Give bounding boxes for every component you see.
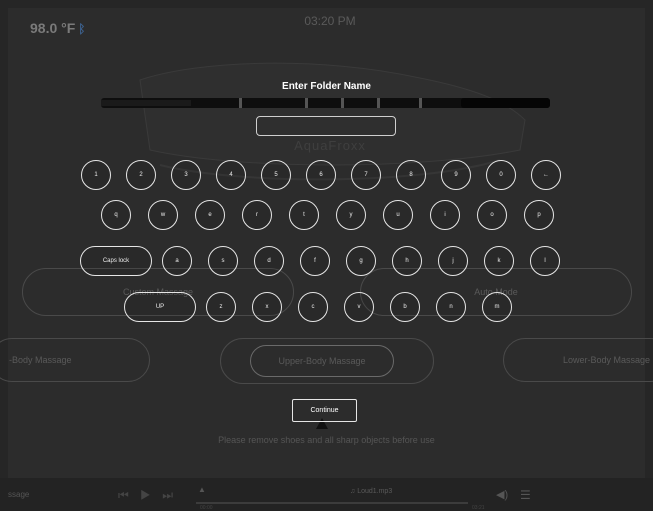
key-y[interactable]: y [336,200,366,230]
play-icon[interactable]: ▶ [140,488,155,502]
key-i[interactable]: i [430,200,460,230]
music-player: ssage ⏮ ▶ ⏭ ▲ 00:00 03:21 ♫ Loud1.mp3 ◀)… [0,478,653,511]
mode-label: ssage [8,490,30,499]
key-k[interactable]: k [484,246,514,276]
key-0[interactable]: 0 [486,160,516,190]
key-9[interactable]: 9 [441,160,471,190]
key-m[interactable]: m [482,292,512,322]
key-n[interactable]: n [436,292,466,322]
key-z[interactable]: z [206,292,236,322]
key-e[interactable]: e [195,200,225,230]
key-s[interactable]: s [208,246,238,276]
lower-body-massage-button[interactable]: Lower-Body Massage [503,338,653,382]
key-g[interactable]: g [346,246,376,276]
key-w[interactable]: w [148,200,178,230]
total-time: 03:21 [472,505,485,511]
playlist-icon[interactable]: ☰ [520,488,531,502]
next-icon[interactable]: ⏭ [162,488,177,502]
key-f[interactable]: f [300,246,330,276]
key-a[interactable]: a [162,246,192,276]
safety-notice: Please remove shoes and all sharp object… [218,435,435,445]
playback-controls[interactable]: ⏮ ▶ ⏭ [118,488,177,503]
key-t[interactable]: t [289,200,319,230]
key-h[interactable]: h [392,246,422,276]
key-u[interactable]: u [383,200,413,230]
brand-logo: AquaFroxx [294,138,366,153]
key-v[interactable]: v [344,292,374,322]
playback-track[interactable] [196,502,468,504]
bluetooth-icon: ᛒ [78,22,86,36]
key-j[interactable]: j [438,246,468,276]
song-title: ♫ Loud1.mp3 [350,488,393,495]
key-5[interactable]: 5 [261,160,291,190]
volume-icon[interactable]: ◀) [496,488,508,501]
key-x[interactable]: x [252,292,282,322]
key-3[interactable]: 3 [171,160,201,190]
progress-bar [101,98,550,108]
upper-body-massage-button[interactable]: Upper-Body Massage [250,345,394,377]
key-l[interactable]: l [530,246,560,276]
key-4[interactable]: 4 [216,160,246,190]
elapsed-time: 00:00 [200,505,213,511]
caps-lock-key[interactable]: Caps lock [80,246,152,276]
key-p[interactable]: p [524,200,554,230]
progress-knob-icon[interactable]: ▲ [198,485,206,494]
key-d[interactable]: d [254,246,284,276]
dialog-title: Enter Folder Name [282,81,371,92]
key-b[interactable]: b [390,292,420,322]
backspace-key[interactable]: ← [531,160,561,190]
key-2[interactable]: 2 [126,160,156,190]
key-1[interactable]: 1 [81,160,111,190]
full-body-massage-button[interactable]: -Body Massage [0,338,150,382]
previous-icon[interactable]: ⏮ [118,488,133,502]
key-6[interactable]: 6 [306,160,336,190]
continue-button[interactable]: Continue [292,399,357,422]
key-8[interactable]: 8 [396,160,426,190]
key-c[interactable]: c [298,292,328,322]
temperature-readout: 98.0 °F ᛒ [30,20,86,36]
clock: 03:20 PM [304,14,356,28]
key-q[interactable]: q [101,200,131,230]
shift-key[interactable]: UP [124,292,196,322]
key-r[interactable]: r [242,200,272,230]
folder-name-input[interactable] [256,116,396,136]
key-o[interactable]: o [477,200,507,230]
key-7[interactable]: 7 [351,160,381,190]
